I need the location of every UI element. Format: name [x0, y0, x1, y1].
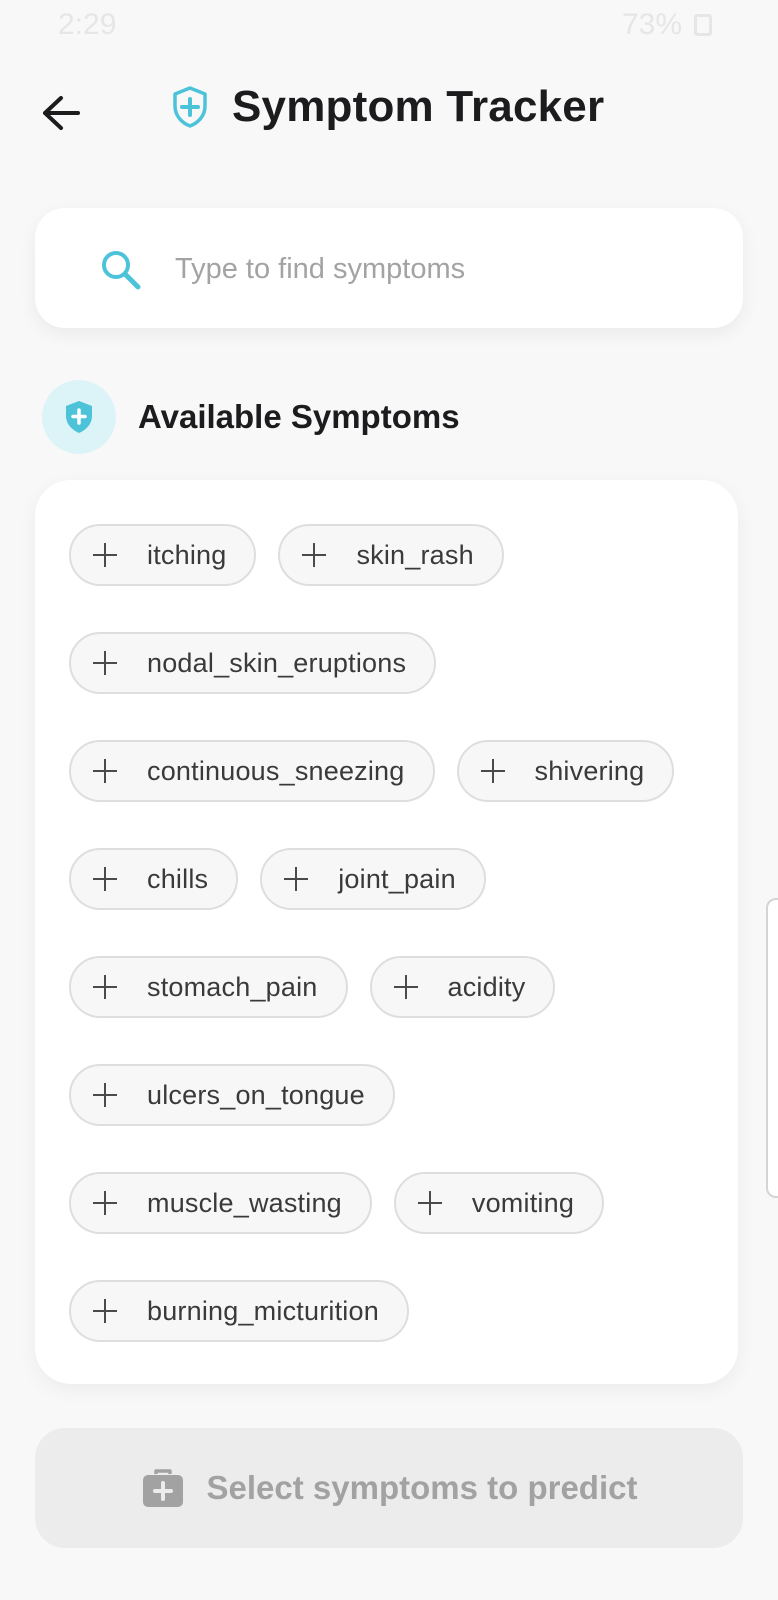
arrow-left-icon — [43, 96, 80, 130]
shield-plus-icon — [170, 85, 210, 129]
edge-panel-handle[interactable] — [766, 898, 778, 1198]
title-group: Symptom Tracker — [170, 82, 604, 132]
symptom-chip[interactable]: acidity — [369, 956, 556, 1018]
symptom-chip[interactable]: skin_rash — [278, 524, 504, 586]
symptom-chip[interactable]: continuous_sneezing — [69, 740, 435, 802]
symptom-chip[interactable]: burning_micturition — [69, 1280, 409, 1342]
plus-icon — [93, 543, 117, 567]
chip-row: continuous_sneezing shivering — [69, 740, 675, 802]
page-title: Symptom Tracker — [232, 82, 605, 131]
symptom-chip-label: continuous_sneezing — [147, 755, 405, 786]
symptom-chip-label: joint_pain — [338, 863, 456, 894]
plus-icon — [93, 867, 117, 891]
predict-button[interactable]: Select symptoms to predict — [35, 1428, 743, 1548]
chip-row: itching skin_rash — [69, 524, 504, 586]
symptom-chip[interactable]: muscle_wasting — [69, 1172, 372, 1234]
status-time: 2:29 — [58, 8, 117, 41]
symptom-chip[interactable]: chills — [69, 848, 239, 910]
symptom-chips-card: itching skin_rash nodal_skin_eruptions c… — [35, 480, 738, 1384]
symptom-tracker-screen: 2:29 73% Symptom Tracker Type to find sy… — [0, 0, 778, 1600]
chip-row: chills joint_pain — [69, 848, 486, 910]
plus-icon — [480, 759, 505, 783]
symptom-chip-label: muscle_wasting — [147, 1187, 342, 1218]
status-indicators: 73% — [622, 8, 712, 42]
chip-row: nodal_skin_eruptions — [69, 632, 437, 694]
chip-row: stomach_pain acidity — [69, 956, 556, 1018]
symptom-chip-label: ulcers_on_tongue — [147, 1079, 365, 1110]
symptom-chip-label: acidity — [447, 971, 526, 1002]
plus-icon — [93, 1299, 117, 1323]
plus-icon — [93, 1083, 117, 1107]
chip-row: ulcers_on_tongue — [69, 1064, 395, 1126]
symptom-chip[interactable]: itching — [69, 524, 257, 586]
symptom-chip-label: burning_micturition — [147, 1295, 379, 1326]
plus-icon — [93, 975, 117, 999]
section-title: Available Symptoms — [138, 398, 460, 435]
plus-icon — [93, 651, 117, 675]
symptom-chip-label: chills — [147, 863, 209, 894]
search-icon — [102, 251, 141, 290]
chip-row: muscle_wasting vomiting — [69, 1172, 605, 1234]
back-button[interactable] — [38, 90, 84, 136]
symptom-chip-label: stomach_pain — [147, 971, 318, 1002]
symptom-chip[interactable]: shivering — [456, 740, 675, 802]
medical-kit-icon — [141, 1466, 185, 1510]
section-icon-badge — [42, 380, 116, 454]
symptom-chip[interactable]: ulcers_on_tongue — [69, 1064, 395, 1126]
plus-icon — [417, 1191, 442, 1215]
symptom-chip-label: vomiting — [471, 1187, 575, 1218]
battery-icon — [694, 14, 712, 36]
search-bar[interactable] — [35, 208, 743, 328]
plus-icon — [93, 1191, 117, 1215]
symptom-chip-label: shivering — [534, 755, 645, 786]
symptom-chip[interactable]: nodal_skin_eruptions — [69, 632, 437, 694]
symptom-chip[interactable]: vomiting — [393, 1172, 605, 1234]
search-input[interactable] — [173, 240, 717, 298]
symptom-chip-label: itching — [147, 539, 227, 570]
symptom-chip-label: skin_rash — [356, 539, 474, 570]
section-header: Available Symptoms — [42, 380, 460, 454]
predict-button-label: Select symptoms to predict — [206, 1469, 638, 1506]
app-header: Symptom Tracker — [0, 70, 778, 154]
status-bar: 2:29 73% — [0, 0, 778, 52]
plus-icon — [302, 543, 327, 567]
status-battery-text: 73% — [621, 8, 682, 41]
chip-row: burning_micturition — [69, 1280, 409, 1342]
symptom-chip-label: nodal_skin_eruptions — [147, 647, 407, 678]
shield-plus-icon — [66, 401, 92, 433]
plus-icon — [393, 975, 418, 999]
plus-icon — [93, 759, 117, 783]
symptom-chip[interactable]: stomach_pain — [69, 956, 348, 1018]
plus-icon — [284, 867, 309, 891]
symptom-chip[interactable]: joint_pain — [260, 848, 486, 910]
